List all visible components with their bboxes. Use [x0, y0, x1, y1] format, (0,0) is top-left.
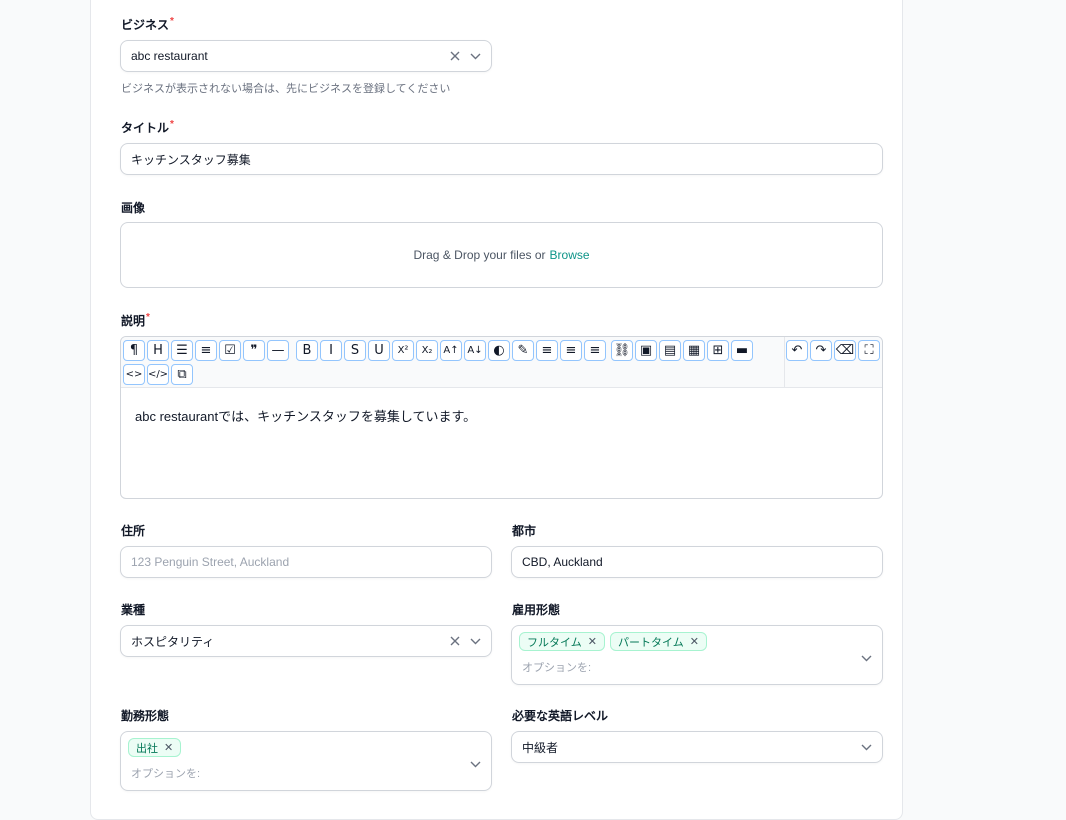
employment-type-placeholder[interactable]: オプションを:	[522, 659, 591, 675]
title-input[interactable]: キッチンスタッフ募集	[120, 143, 883, 175]
chevron-down-icon[interactable]	[860, 741, 872, 753]
font-size-up-icon[interactable]: A↑	[440, 340, 462, 361]
code-block-icon[interactable]: </>	[147, 364, 169, 385]
industry-label: 業種	[121, 603, 146, 617]
chevron-down-icon[interactable]	[469, 635, 481, 647]
tag-label: パートタイム	[618, 636, 684, 649]
chevron-down-icon[interactable]	[469, 50, 481, 62]
title-label: タイトル*	[121, 119, 174, 136]
strikethrough-icon[interactable]: S	[344, 340, 366, 361]
english-level-value: 中級者	[522, 740, 559, 755]
horizontal-rule-icon[interactable]: —	[267, 340, 289, 361]
city-label: 都市	[512, 524, 537, 538]
clear-icon[interactable]	[449, 50, 461, 62]
work-style-label: 勤務形態	[121, 709, 170, 723]
dropzone-text: Drag & Drop your files or	[413, 248, 546, 262]
media-icon[interactable]: ▤	[659, 340, 681, 361]
paragraph-icon[interactable]: ¶	[123, 340, 145, 361]
align-right-icon[interactable]: ≡	[584, 340, 606, 361]
required-mark: *	[170, 16, 174, 27]
business-select-value: abc restaurant	[131, 49, 208, 63]
english-level-select[interactable]: 中級者	[511, 731, 883, 763]
rich-text-editor: ¶ H ☰ ≡ ☑ ❞ — B I S U X² X₂ A↑ A↓ ◐ ✎ ≡ ≡ ≡ ⛓ ▣ ▤ ▦ ⊞ ▬ <> </> ⧉ ↶ ↷ ⌫ ⛶…	[120, 336, 883, 499]
tag-label: フルタイム	[527, 636, 582, 649]
bold-icon[interactable]: B	[296, 340, 318, 361]
image-dropzone[interactable]: Drag & Drop your files or Browse	[120, 222, 883, 288]
clear-icon[interactable]	[449, 635, 461, 647]
task-list-icon[interactable]: ☑	[219, 340, 241, 361]
description-label-text: 説明	[121, 314, 146, 328]
ordered-list-icon[interactable]: ≡	[195, 340, 217, 361]
title-label-text: タイトル	[121, 121, 170, 135]
code-icon[interactable]: <>	[123, 364, 145, 385]
tag-parttime: パートタイム ✕	[610, 632, 707, 651]
image-label: 画像	[121, 201, 146, 215]
align-center-icon[interactable]: ≡	[560, 340, 582, 361]
highlight-icon[interactable]: ✎	[512, 340, 534, 361]
address-placeholder: 123 Penguin Street, Auckland	[131, 555, 290, 569]
table-icon[interactable]: ▦	[683, 340, 705, 361]
blockquote-icon[interactable]: ❞	[243, 340, 265, 361]
font-size-down-icon[interactable]: A↓	[464, 340, 486, 361]
underline-icon[interactable]: U	[368, 340, 390, 361]
business-label: ビジネス*	[121, 16, 174, 33]
business-label-text: ビジネス	[121, 18, 170, 32]
italic-icon[interactable]: I	[320, 340, 342, 361]
tag-fulltime: フルタイム ✕	[519, 632, 605, 651]
editor-toolbar: ¶ H ☰ ≡ ☑ ❞ — B I S U X² X₂ A↑ A↓ ◐ ✎ ≡ ≡ ≡ ⛓ ▣ ▤ ▦ ⊞ ▬ <> </> ⧉ ↶ ↷ ⌫ ⛶	[121, 337, 882, 388]
subscript-icon[interactable]: X₂	[416, 340, 438, 361]
tag-label: 出社	[136, 742, 158, 755]
superscript-icon[interactable]: X²	[392, 340, 414, 361]
grid-add-icon[interactable]: ⊞	[707, 340, 729, 361]
heading-icon[interactable]: H	[147, 340, 169, 361]
chevron-down-icon[interactable]	[470, 755, 481, 773]
fullscreen-icon[interactable]: ⛶	[858, 340, 880, 361]
undo-icon[interactable]: ↶	[786, 340, 808, 361]
browse-link[interactable]: Browse	[550, 248, 590, 262]
business-helper-text: ビジネスが表示されない場合は、先にビジネスを登録してください	[121, 83, 451, 95]
city-input-value: CBD, Auckland	[522, 555, 603, 569]
remove-tag-icon[interactable]: ✕	[164, 741, 173, 754]
link-icon[interactable]: ⛓	[611, 340, 633, 361]
work-style-multiselect[interactable]: 出社 ✕ オプションを:	[120, 731, 492, 791]
industry-select[interactable]: ホスピタリティ	[120, 625, 492, 657]
employment-type-multiselect[interactable]: フルタイム ✕ パートタイム ✕ オプションを:	[511, 625, 883, 685]
city-input[interactable]: CBD, Auckland	[511, 546, 883, 578]
required-mark: *	[170, 119, 174, 130]
remove-tag-icon[interactable]: ✕	[588, 635, 597, 648]
work-style-placeholder[interactable]: オプションを:	[131, 765, 200, 781]
tag-onsite: 出社 ✕	[128, 738, 182, 757]
insert-image-icon[interactable]: ▣	[635, 340, 657, 361]
text-color-icon[interactable]: ◐	[488, 340, 510, 361]
embed-icon[interactable]: ⧉	[171, 364, 193, 385]
redo-icon[interactable]: ↷	[810, 340, 832, 361]
remove-tag-icon[interactable]: ✕	[690, 635, 699, 648]
required-mark: *	[146, 312, 150, 323]
title-input-value: キッチンスタッフ募集	[131, 152, 251, 167]
chevron-down-icon[interactable]	[861, 649, 872, 667]
address-label: 住所	[121, 524, 146, 538]
editor-content[interactable]: abc restaurantでは、キッチンスタッフを募集しています。	[135, 406, 476, 425]
employment-type-label: 雇用形態	[512, 603, 561, 617]
business-select[interactable]: abc restaurant	[120, 40, 492, 72]
industry-select-value: ホスピタリティ	[131, 634, 215, 649]
clear-formatting-icon[interactable]: ⌫	[834, 340, 856, 361]
details-icon[interactable]: ▬	[731, 340, 753, 361]
english-level-label: 必要な英語レベル	[512, 709, 609, 723]
bullet-list-icon[interactable]: ☰	[171, 340, 193, 361]
address-input[interactable]: 123 Penguin Street, Auckland	[120, 546, 492, 578]
align-left-icon[interactable]: ≡	[536, 340, 558, 361]
toolbar-divider	[784, 337, 785, 388]
description-label: 説明*	[121, 312, 150, 329]
